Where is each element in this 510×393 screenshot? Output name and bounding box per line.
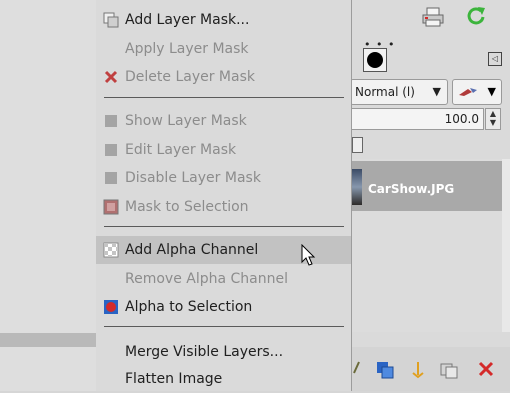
brush-icon — [459, 88, 477, 96]
layer-list-scrollbar[interactable] — [502, 159, 510, 332]
layer-list: CarShow.JPG — [350, 159, 510, 332]
layer-name: CarShow.JPG — [368, 182, 455, 196]
menu-item-add-layer-mask[interactable]: Add Layer Mask... — [96, 6, 351, 34]
menu-item-edit-layer-mask[interactable]: Edit Layer Mask — [96, 136, 351, 164]
menu-item-show-layer-mask[interactable]: Show Layer Mask — [96, 107, 351, 135]
checkbox-icon — [105, 115, 117, 127]
mask-selection-icon — [103, 199, 119, 215]
alpha-channel-icon — [103, 242, 119, 258]
menu-item-remove-alpha-channel[interactable]: Remove Alpha Channel — [96, 265, 351, 293]
layer-thumbnail — [352, 169, 362, 205]
menu-item-mask-to-selection[interactable]: Mask to Selection — [96, 193, 351, 221]
dock-tab-strip: • • • ◁ — [350, 38, 510, 78]
menu-item-label: Add Alpha Channel — [125, 242, 259, 258]
menu-separator — [104, 226, 344, 227]
mouse-cursor-icon — [301, 244, 316, 266]
layer-mode-select[interactable]: Normal (l) ▼ — [350, 79, 448, 105]
checkbox-icon — [105, 144, 117, 156]
layer-row[interactable]: CarShow.JPG — [350, 161, 502, 211]
lock-row — [350, 134, 510, 156]
duplicate-layer-icon[interactable] — [376, 361, 394, 379]
canvas-scroll-band — [0, 333, 96, 347]
menu-item-label: Edit Layer Mask — [125, 142, 237, 158]
canvas-area-edge — [0, 0, 96, 391]
brush-tab-icon[interactable] — [363, 48, 387, 72]
menu-item-label: Add Layer Mask... — [125, 12, 250, 28]
add-mask-icon — [103, 12, 119, 28]
tab-menu-icon[interactable]: ◁ — [488, 52, 502, 66]
lock-pixels-toggle[interactable] — [352, 137, 363, 153]
layers-bottom-bar — [350, 347, 510, 391]
menu-item-label: Disable Layer Mask — [125, 170, 261, 186]
paint-mode-select[interactable]: ▼ — [452, 79, 502, 105]
refresh-icon[interactable] — [466, 6, 486, 26]
menu-item-label: Apply Layer Mask — [125, 41, 249, 57]
chevron-down-icon: ▼ — [432, 85, 441, 98]
menu-item-merge-visible-layers[interactable]: Merge Visible Layers... — [96, 338, 351, 366]
menu-item-label: Remove Alpha Channel — [125, 271, 288, 287]
menu-item-flatten-image[interactable]: Flatten Image — [96, 365, 351, 393]
menu-separator — [104, 97, 344, 98]
menu-item-alpha-to-selection[interactable]: Alpha to Selection — [96, 293, 351, 321]
anchor-layer-icon[interactable] — [410, 361, 426, 379]
print-icon[interactable] — [422, 7, 444, 27]
layer-mode-value: Normal (l) — [355, 85, 415, 99]
menu-item-label: Show Layer Mask — [125, 113, 247, 129]
layer-context-menu: Add Layer Mask... Apply Layer Mask Delet… — [96, 0, 352, 391]
menu-item-label: Delete Layer Mask — [125, 69, 255, 85]
delete-icon — [104, 70, 118, 84]
menu-item-disable-layer-mask[interactable]: Disable Layer Mask — [96, 164, 351, 192]
menu-item-label: Merge Visible Layers... — [125, 344, 284, 360]
delete-layer-icon[interactable] — [478, 361, 494, 377]
checkbox-icon — [105, 172, 117, 184]
edit-icon[interactable] — [352, 361, 360, 377]
alpha-selection-icon — [104, 300, 118, 314]
menu-item-label: Alpha to Selection — [125, 299, 253, 315]
mask-layer-icon[interactable] — [440, 361, 458, 379]
opacity-input[interactable]: 100.0 — [350, 108, 484, 130]
chevron-down-icon: ▼ — [487, 85, 496, 98]
menu-item-delete-layer-mask[interactable]: Delete Layer Mask — [96, 63, 351, 91]
menu-item-label: Flatten Image — [125, 371, 223, 387]
menu-item-label: Mask to Selection — [125, 199, 249, 215]
opacity-stepper[interactable]: ▲ ▼ — [485, 108, 501, 130]
menu-item-apply-layer-mask[interactable]: Apply Layer Mask — [96, 35, 351, 63]
menu-separator — [104, 326, 344, 327]
